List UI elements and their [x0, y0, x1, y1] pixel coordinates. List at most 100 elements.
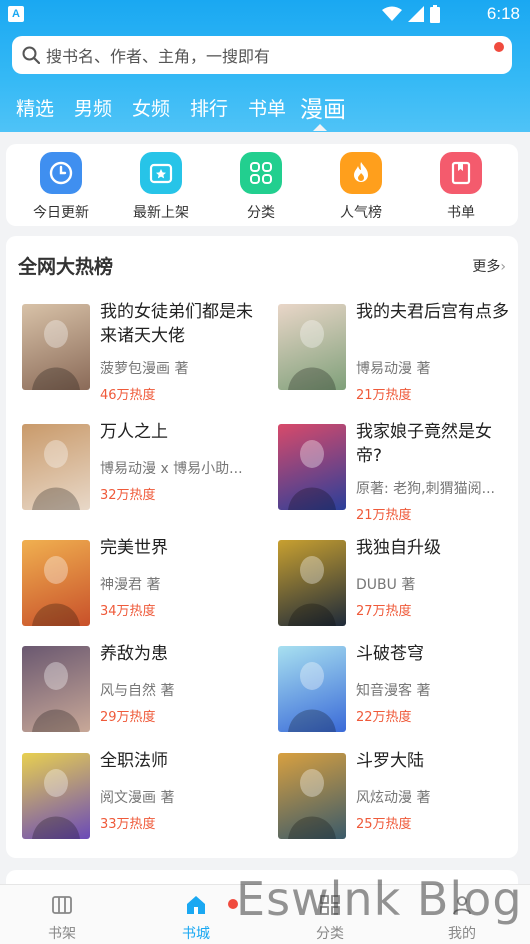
quick-label: 人气榜	[340, 205, 382, 221]
clock-icon	[40, 152, 82, 194]
nav-bookshelf[interactable]: 书架	[22, 893, 102, 943]
tab-nanpin[interactable]: 男频	[74, 94, 112, 121]
hot-list-section: 全网大热榜 更多› 我的女徒弟们都是未来诸天大佬菠萝包漫画 著 46万热度 我的夫君…	[6, 236, 518, 858]
book-heat: 34万热度	[100, 604, 156, 619]
book-heat: 46万热度	[100, 388, 156, 403]
more-label: 更多	[472, 259, 501, 275]
book-heat: 33万热度	[100, 817, 156, 832]
signal-icon	[408, 6, 424, 22]
book-cover-image[interactable]	[22, 753, 90, 839]
book-item[interactable]: 斗破苍穹知音漫客 著 22万热度	[278, 644, 524, 746]
book-title[interactable]: 我的夫君后宫有点多	[356, 300, 514, 324]
book-author: 博易动漫 著	[356, 361, 431, 377]
home-icon	[187, 896, 205, 914]
wifi-icon	[382, 6, 402, 21]
book-item[interactable]: 万人之上博易动漫 x 博易小助... 32万热度	[22, 422, 268, 524]
book-title[interactable]: 斗破苍穹	[356, 642, 514, 666]
channel-tabs: 精选 男频 女频 排行 书单 漫画	[0, 86, 530, 130]
flame-icon	[340, 152, 382, 194]
book-cover-image[interactable]	[22, 424, 90, 510]
book-title[interactable]: 万人之上	[100, 420, 258, 444]
tab-jingxuan[interactable]: 精选	[16, 94, 54, 121]
quick-label: 今日更新	[33, 205, 89, 221]
section-title: 全网大热榜	[18, 256, 114, 278]
book-item[interactable]: 我的女徒弟们都是未来诸天大佬菠萝包漫画 著 46万热度	[22, 302, 268, 404]
book-heat: 22万热度	[356, 710, 412, 725]
book-heat: 29万热度	[100, 710, 156, 725]
book-cover-image[interactable]	[278, 304, 346, 390]
quick-new-arrivals[interactable]: 最新上架	[116, 152, 206, 222]
search-bar[interactable]: 搜书名、作者、主角，一搜即有	[12, 36, 512, 74]
book-heat: 32万热度	[100, 488, 156, 503]
book-author: 阅文漫画 著	[100, 790, 175, 806]
book-author: 博易动漫 x 博易小助...	[100, 461, 243, 477]
book-title[interactable]: 我的女徒弟们都是未来诸天大佬	[100, 300, 258, 348]
book-cover-image[interactable]	[278, 540, 346, 626]
nav-label: 书架	[48, 926, 76, 942]
book-author: 知音漫客 著	[356, 683, 431, 699]
quick-popular[interactable]: 人气榜	[316, 152, 406, 222]
quick-links: 今日更新 最新上架 分类 人气榜 书单	[6, 144, 518, 226]
book-cover-image[interactable]	[278, 424, 346, 510]
book-title[interactable]: 我独自升级	[356, 536, 514, 560]
book-item[interactable]: 斗罗大陆风炫动漫 著 25万热度	[278, 751, 524, 853]
tab-nvpin[interactable]: 女频	[132, 94, 170, 121]
book-cover-image[interactable]	[22, 540, 90, 626]
quick-label: 最新上架	[133, 205, 189, 221]
book-author: 风与自然 著	[100, 683, 175, 699]
nav-label: 我的	[448, 926, 476, 942]
book-title[interactable]: 斗罗大陆	[356, 749, 514, 773]
book-title[interactable]: 全职法师	[100, 749, 258, 773]
app-notification-icon: A	[8, 6, 24, 22]
quick-booklist[interactable]: 书单	[416, 152, 506, 222]
nav-bookstore[interactable]: 书城	[156, 893, 236, 943]
status-bar: A 6:18	[0, 0, 530, 30]
book-title[interactable]: 养敌为患	[100, 642, 258, 666]
quick-label: 书单	[447, 205, 475, 221]
tab-shudan[interactable]: 书单	[248, 94, 286, 121]
book-heat: 21万热度	[356, 508, 412, 523]
book-item[interactable]: 我的夫君后宫有点多博易动漫 著 21万热度	[278, 302, 524, 404]
book-cover-image[interactable]	[22, 304, 90, 390]
quick-today-update[interactable]: 今日更新	[16, 152, 106, 222]
book-title[interactable]: 完美世界	[100, 536, 258, 560]
status-icons	[382, 5, 440, 23]
bookshelf-icon	[52, 896, 72, 914]
active-tab-indicator	[313, 124, 327, 131]
book-author: DUBU 著	[356, 577, 416, 593]
book-heat: 21万热度	[356, 388, 412, 403]
battery-icon	[430, 5, 440, 23]
book-author: 神漫君 著	[100, 577, 161, 593]
watermark: Eswlnk Blog	[236, 872, 523, 926]
book-heat: 27万热度	[356, 604, 412, 619]
chevron-right-icon: ›	[500, 259, 506, 275]
book-cover-image[interactable]	[22, 646, 90, 732]
status-time: 6:18	[486, 4, 520, 23]
star-box-icon	[140, 152, 182, 194]
notification-dot	[494, 42, 504, 52]
grid-icon	[240, 152, 282, 194]
search-placeholder[interactable]: 搜书名、作者、主角，一搜即有	[46, 43, 270, 67]
book-author: 原著: 老狗,刺猬猫阅...	[356, 481, 495, 497]
book-item[interactable]: 我家娘子竟然是女帝? 原著: 老狗,刺猬猫阅... 21万热度	[278, 422, 524, 524]
book-item[interactable]: 我独自升级 DUBU 著 27万热度	[278, 538, 524, 640]
tab-paihang[interactable]: 排行	[190, 94, 228, 121]
book-title[interactable]: 我家娘子竟然是女帝?	[356, 420, 514, 468]
tab-manhua[interactable]: 漫画	[300, 90, 346, 124]
bookmark-book-icon	[440, 152, 482, 194]
nav-label: 书城	[182, 926, 210, 942]
more-link[interactable]: 更多›	[472, 256, 506, 276]
quick-category[interactable]: 分类	[216, 152, 306, 222]
book-item[interactable]: 完美世界神漫君 著 34万热度	[22, 538, 268, 640]
quick-label: 分类	[247, 205, 275, 221]
book-cover-image[interactable]	[278, 646, 346, 732]
book-cover-image[interactable]	[278, 753, 346, 839]
nav-label: 分类	[316, 926, 344, 942]
book-item[interactable]: 全职法师阅文漫画 著 33万热度	[22, 751, 268, 853]
book-heat: 25万热度	[356, 817, 412, 832]
search-icon	[22, 46, 40, 64]
book-author: 风炫动漫 著	[356, 790, 431, 806]
book-item[interactable]: 养敌为患风与自然 著 29万热度	[22, 644, 268, 746]
book-author: 菠萝包漫画 著	[100, 361, 189, 377]
header: A 6:18 搜书名、作者、主角，一搜即有 精选 男频 女频 排行 书单 漫画	[0, 0, 530, 132]
